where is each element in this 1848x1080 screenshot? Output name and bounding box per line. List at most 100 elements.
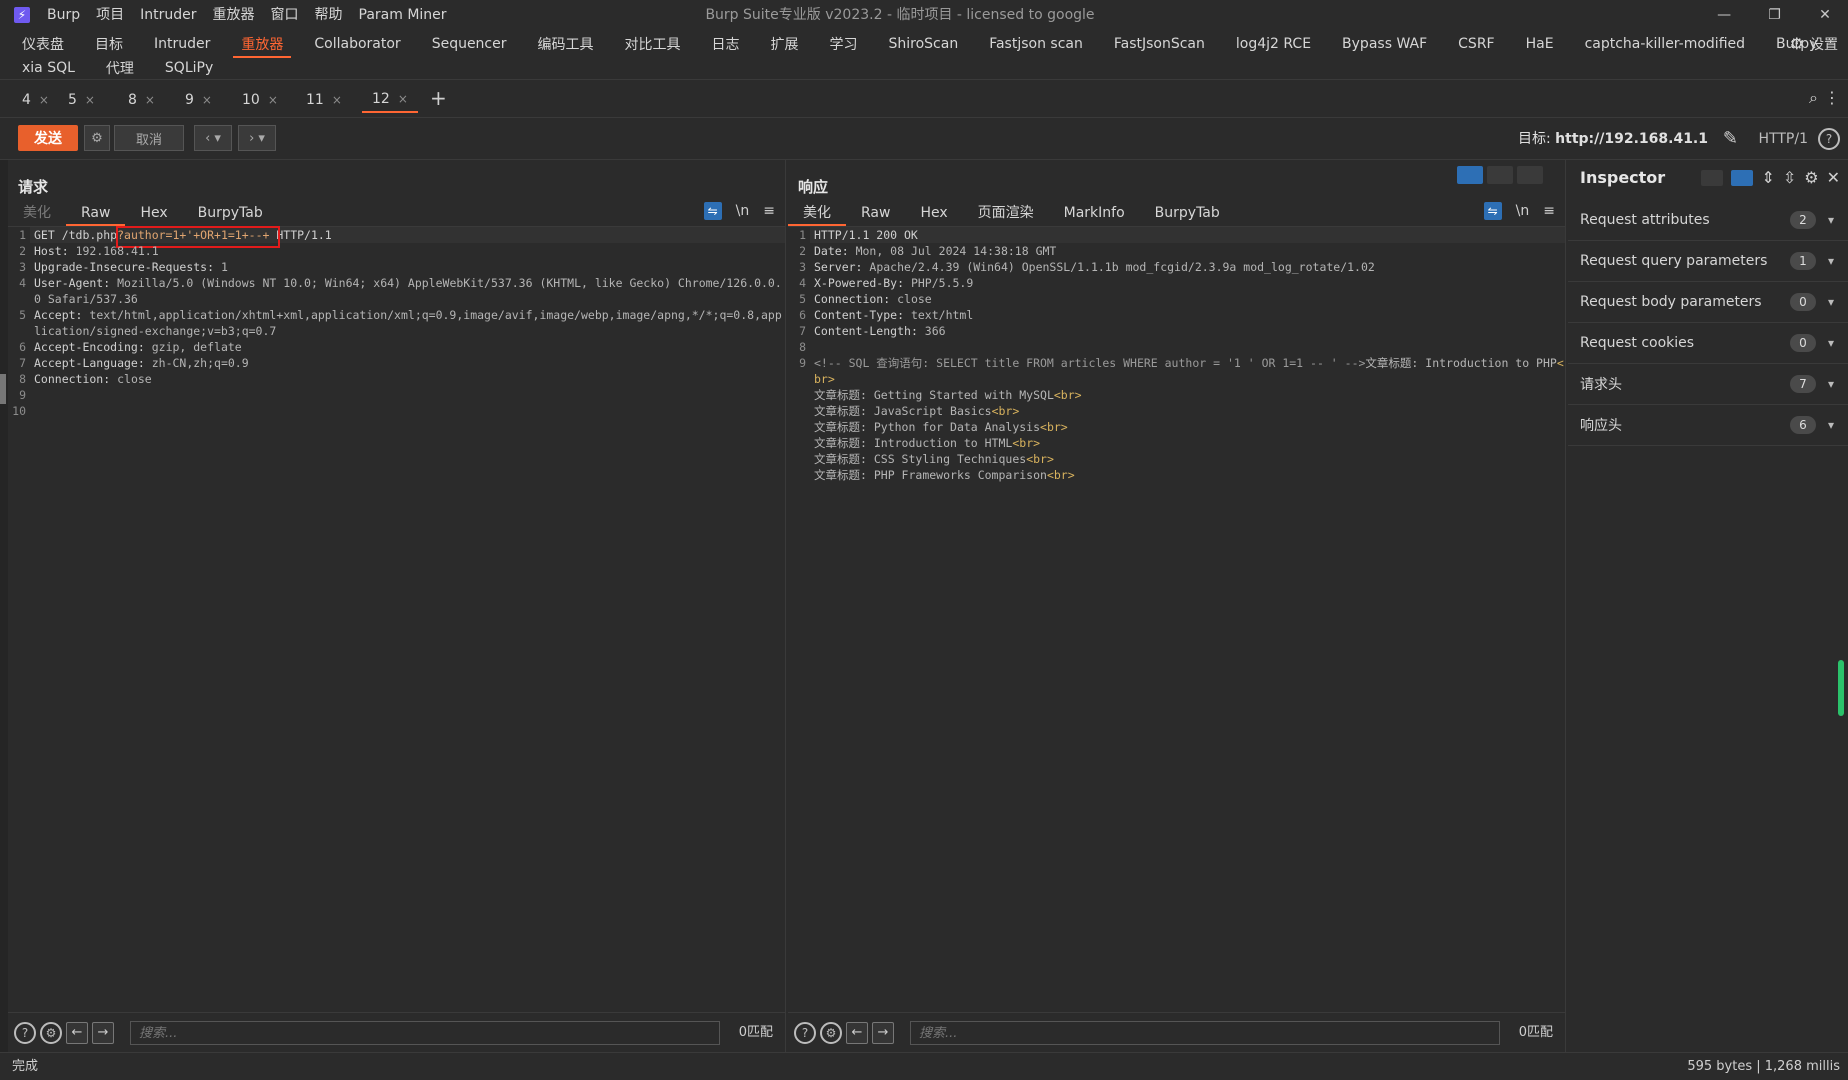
close-tab-icon[interactable]: × bbox=[202, 93, 212, 107]
wrap-lines-icon[interactable]: ⇋ bbox=[703, 202, 722, 220]
send-button[interactable]: 发送 bbox=[18, 125, 78, 151]
tool-tab[interactable]: HaE bbox=[1526, 36, 1554, 52]
repeater-tab[interactable]: 4 × bbox=[12, 87, 59, 113]
tool-tab[interactable]: 对比工具 bbox=[625, 34, 681, 54]
newline-toggle[interactable]: \n bbox=[736, 203, 750, 219]
tool-tab[interactable]: captcha-killer-modified bbox=[1585, 36, 1745, 52]
history-forward-icon[interactable]: › ▾ bbox=[238, 125, 276, 151]
request-search-input[interactable] bbox=[130, 1021, 720, 1045]
add-tab-icon[interactable]: + bbox=[430, 86, 447, 110]
http-version[interactable]: HTTP/1 bbox=[1759, 118, 1808, 160]
inspector-layout-right-icon[interactable] bbox=[1731, 169, 1754, 186]
pencil-icon[interactable]: ✎ bbox=[1723, 128, 1738, 149]
next-match-icon[interactable]: → bbox=[872, 1022, 894, 1044]
minimize-icon[interactable]: — bbox=[1701, 0, 1747, 30]
tool-tab[interactable]: 重放器 bbox=[233, 34, 292, 58]
tool-tab[interactable]: FastJsonScan bbox=[1114, 36, 1205, 52]
chevron-down-icon[interactable]: ▾ bbox=[1828, 377, 1834, 391]
hamburger-menu-icon[interactable]: ≡ bbox=[763, 203, 775, 219]
tool-tab[interactable]: Fastjson scan bbox=[989, 36, 1083, 52]
close-tab-icon[interactable]: × bbox=[145, 93, 155, 107]
inspector-section[interactable]: Request query parameters 1 ▾ bbox=[1568, 241, 1848, 282]
inspector-section[interactable]: 请求头 7 ▾ bbox=[1568, 364, 1848, 405]
search-icon[interactable]: ⌕ bbox=[1809, 88, 1818, 108]
repeater-tab[interactable]: 12 × bbox=[362, 87, 418, 113]
previous-match-icon[interactable]: ← bbox=[846, 1022, 868, 1044]
view-tab[interactable]: Raw bbox=[846, 200, 905, 226]
gear-icon[interactable]: ⚙ bbox=[40, 1022, 62, 1044]
help-icon[interactable]: ? bbox=[14, 1022, 36, 1044]
chevron-down-icon[interactable]: ▾ bbox=[1828, 295, 1834, 309]
chevron-down-icon[interactable]: ▾ bbox=[1828, 336, 1834, 350]
menu-item[interactable]: Param Miner bbox=[359, 0, 447, 30]
view-tab[interactable]: 美化 bbox=[8, 200, 66, 226]
scroll-indicator[interactable] bbox=[1838, 660, 1844, 716]
close-tab-icon[interactable]: × bbox=[398, 92, 408, 106]
side-by-side-layout-icon[interactable] bbox=[1457, 166, 1483, 184]
close-tab-icon[interactable]: × bbox=[332, 93, 342, 107]
close-icon[interactable]: ✕ bbox=[1827, 168, 1840, 187]
tool-tab[interactable]: 编码工具 bbox=[538, 34, 594, 54]
newline-toggle[interactable]: \n bbox=[1516, 203, 1530, 219]
tool-tab[interactable]: 扩展 bbox=[771, 34, 799, 54]
restore-icon[interactable]: ❐ bbox=[1752, 0, 1798, 30]
tabbed-layout-icon[interactable] bbox=[1517, 166, 1543, 184]
menu-item[interactable]: 重放器 bbox=[213, 0, 255, 30]
view-tab[interactable]: BurpyTab bbox=[183, 200, 278, 226]
tool-tab[interactable]: CSRF bbox=[1458, 36, 1494, 52]
tool-tab[interactable]: Bypass WAF bbox=[1342, 36, 1427, 52]
close-tab-icon[interactable]: × bbox=[268, 93, 278, 107]
gear-icon[interactable]: ⚙ bbox=[820, 1022, 842, 1044]
repeater-tab[interactable]: 5 × bbox=[58, 87, 105, 113]
tool-tab[interactable]: SQLiPy bbox=[165, 60, 213, 76]
chevron-down-icon[interactable]: ▾ bbox=[1828, 213, 1834, 227]
repeater-tab[interactable]: 11 × bbox=[296, 87, 352, 113]
settings-button[interactable]: ⚙ 设置 bbox=[1790, 31, 1838, 56]
inspector-section[interactable]: Request cookies 0 ▾ bbox=[1568, 323, 1848, 364]
tool-tab[interactable]: log4j2 RCE bbox=[1236, 36, 1311, 52]
view-tab[interactable]: Hex bbox=[905, 200, 962, 226]
view-tab[interactable]: MarkInfo bbox=[1049, 200, 1140, 226]
close-tab-icon[interactable]: × bbox=[39, 93, 49, 107]
inspector-section[interactable]: Request attributes 2 ▾ bbox=[1568, 200, 1848, 241]
response-editor[interactable]: 1 HTTP/1.1 200 OK 2 Date: Mon, 08 Jul 2024 … bbox=[788, 226, 1565, 1012]
menu-item[interactable]: 项目 bbox=[96, 0, 124, 30]
tool-tab[interactable]: 目标 bbox=[95, 34, 123, 54]
cancel-button[interactable]: 取消 bbox=[114, 125, 184, 151]
tool-tab[interactable]: 仪表盘 bbox=[22, 34, 64, 54]
close-tab-icon[interactable]: × bbox=[85, 93, 95, 107]
expand-all-icon[interactable]: ⇕ bbox=[1761, 168, 1774, 187]
chevron-down-icon[interactable]: ▾ bbox=[1828, 418, 1834, 432]
tool-tab[interactable]: 学习 bbox=[830, 34, 858, 54]
request-editor[interactable]: 1 GET /tdb.php?author=1+'+OR+1=1+--+ HTTP… bbox=[8, 226, 785, 1012]
tool-tab[interactable]: 代理 bbox=[106, 58, 134, 78]
view-tab[interactable]: BurpyTab bbox=[1140, 200, 1235, 226]
menu-item[interactable]: 帮助 bbox=[315, 0, 343, 30]
previous-match-icon[interactable]: ← bbox=[66, 1022, 88, 1044]
collapse-all-icon[interactable]: ⇳ bbox=[1783, 168, 1796, 187]
response-search-input[interactable] bbox=[910, 1021, 1500, 1045]
menu-item[interactable]: Burp bbox=[47, 0, 80, 30]
view-tab[interactable]: Raw bbox=[66, 200, 126, 226]
repeater-tab[interactable]: 8 × bbox=[118, 87, 165, 113]
view-tab[interactable]: 页面渲染 bbox=[963, 200, 1049, 226]
repeater-tab[interactable]: 9 × bbox=[175, 87, 222, 113]
gear-icon[interactable]: ⚙ bbox=[1804, 168, 1818, 187]
tool-tab[interactable]: ShiroScan bbox=[889, 36, 959, 52]
stacked-layout-icon[interactable] bbox=[1487, 166, 1513, 184]
view-tab[interactable]: 美化 bbox=[788, 200, 846, 226]
hamburger-menu-icon[interactable]: ≡ bbox=[1543, 203, 1555, 219]
inspector-section[interactable]: Request body parameters 0 ▾ bbox=[1568, 282, 1848, 323]
help-icon[interactable]: ? bbox=[794, 1022, 816, 1044]
tool-tab[interactable]: 日志 bbox=[712, 34, 740, 54]
close-icon[interactable]: ✕ bbox=[1802, 0, 1848, 30]
wrap-lines-icon[interactable]: ⇋ bbox=[1483, 202, 1502, 220]
next-match-icon[interactable]: → bbox=[92, 1022, 114, 1044]
repeater-tab[interactable]: 10 × bbox=[232, 87, 288, 113]
help-icon[interactable]: ? bbox=[1818, 128, 1840, 150]
inspector-layout-left-icon[interactable] bbox=[1701, 169, 1724, 186]
inspector-section[interactable]: 响应头 6 ▾ bbox=[1568, 405, 1848, 446]
tool-tab[interactable]: Sequencer bbox=[432, 36, 507, 52]
menu-item[interactable]: 窗口 bbox=[271, 0, 299, 30]
send-settings-icon[interactable]: ⚙ bbox=[84, 125, 110, 151]
